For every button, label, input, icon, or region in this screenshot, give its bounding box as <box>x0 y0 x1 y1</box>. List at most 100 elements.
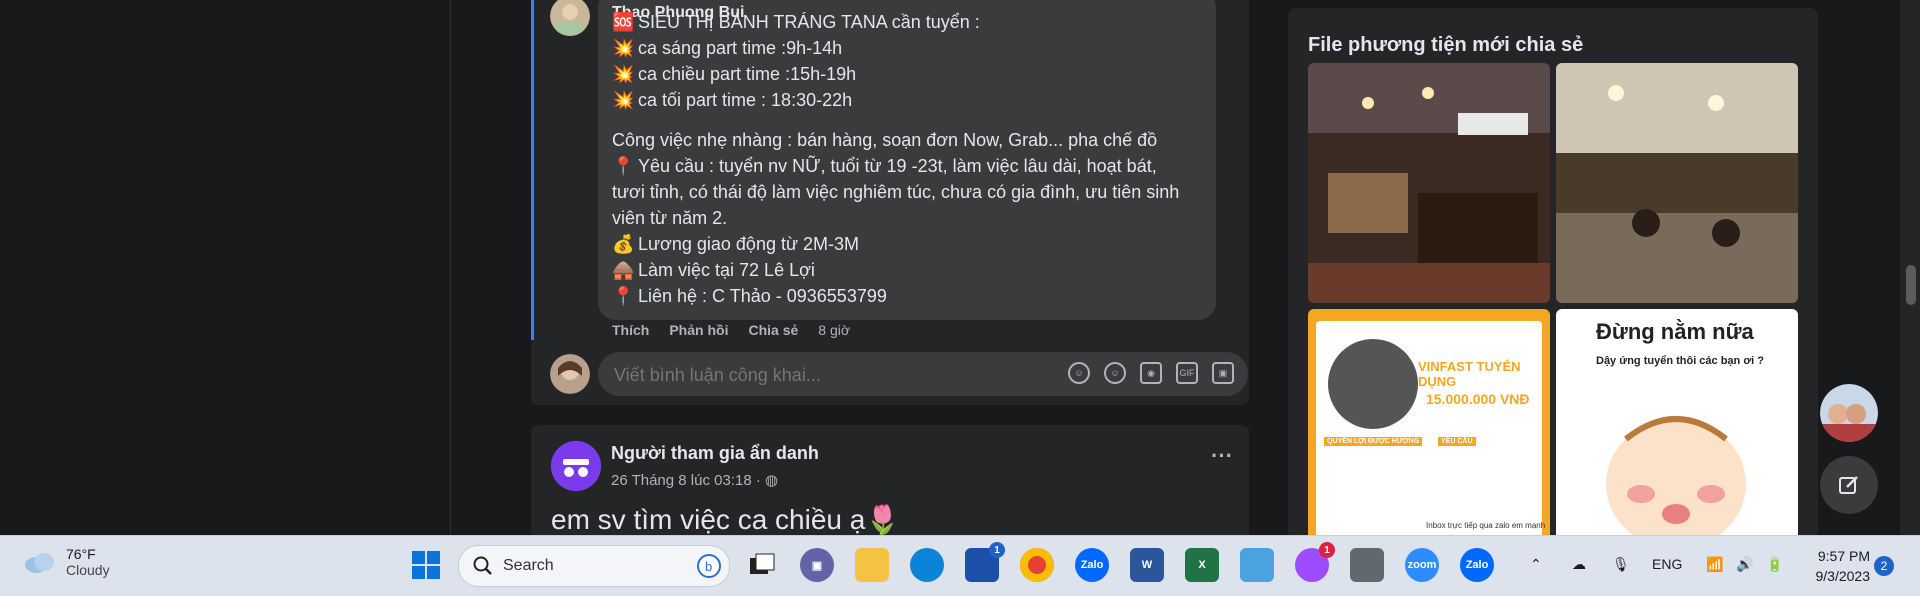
poster-requirements-heading: YÊU CẦU <box>1438 437 1476 446</box>
zoom-app[interactable]: zoom <box>1405 548 1439 582</box>
gif-icon[interactable]: GIF <box>1176 362 1198 384</box>
weather-widget[interactable]: 76°F Cloudy <box>22 546 110 578</box>
weather-alert-icon[interactable]: ☁ <box>1572 556 1586 573</box>
emoji-icon: 💥 <box>612 64 635 84</box>
poster-benefits-heading: QUYỀN LỢI ĐƯỢC HƯỞNG <box>1324 437 1423 446</box>
new-message-button[interactable] <box>1820 456 1878 514</box>
camera-icon[interactable]: ◉ <box>1140 362 1162 384</box>
emoji-icon: 🛖 <box>612 260 635 280</box>
taskbar: 76°F Cloudy Search b ▣ 1 Zalo W X 1 zoom… <box>0 535 1920 596</box>
poster-title: VINFAST TUYỂN DỤNG <box>1418 359 1521 389</box>
comment-line-text: Liên hệ : C Thảo - 0936553799 <box>638 286 887 306</box>
comment-line-text: Làm việc tại 72 Lê Lợi <box>638 260 815 280</box>
comment-line-text: Lương giao động từ 2M-3M <box>638 234 860 254</box>
clock[interactable]: 9:57 PM 9/3/2023 <box>1806 546 1871 586</box>
media-grid: VINFAST TUYỂN DỤNG 15.000.000 VNĐ QUYỀN … <box>1308 63 1802 549</box>
comment-line-text: ca sáng part time :9h-14h <box>638 38 843 58</box>
emoji-icon: 💥 <box>612 38 635 58</box>
poster-salary: 15.000.000 VNĐ <box>1426 391 1530 407</box>
search-label: Search <box>503 557 554 574</box>
anonymous-avatar[interactable] <box>551 441 601 491</box>
weather-condition: Cloudy <box>66 562 110 578</box>
comment-line-text: ca tối part time : 18:30-22h <box>638 90 853 110</box>
avatar-sticker-icon[interactable]: ☺ <box>1068 362 1090 384</box>
store-app[interactable]: 1 <box>965 542 1005 582</box>
comment-time[interactable]: 8 giờ <box>818 322 850 338</box>
thread-line <box>531 0 534 340</box>
post2-more-button[interactable]: ··· <box>1211 443 1233 469</box>
comment-line: 📍 Yêu cầu : tuyển nv NỮ, tuổi từ 19 -23t,… <box>612 156 1157 177</box>
emoji-icon: 🆘 <box>612 12 635 32</box>
comment-input[interactable] <box>612 352 1046 398</box>
scrollbar-thumb[interactable] <box>1906 265 1916 305</box>
emoji-icon: 💥 <box>612 90 635 110</box>
start-button[interactable] <box>412 551 440 584</box>
zalo-2-app[interactable]: Zalo <box>1460 548 1494 582</box>
page-scrollbar[interactable] <box>1900 0 1920 535</box>
volume-icon[interactable]: 🔊 <box>1736 556 1753 573</box>
comment-line: 💥 ca sáng part time :9h-14h <box>612 38 842 59</box>
language-indicator[interactable]: ENG <box>1652 556 1682 572</box>
share-link[interactable]: Chia sẻ <box>748 322 798 338</box>
chevron-up-icon[interactable]: ⌃ <box>1530 556 1542 573</box>
left-sidebar <box>0 0 451 535</box>
sticker-icon[interactable]: ▣ <box>1212 362 1234 384</box>
media-item-cafe[interactable] <box>1556 63 1798 303</box>
post2-author[interactable]: Người tham gia ẩn danh <box>611 443 819 464</box>
chrome-app[interactable] <box>1020 548 1054 582</box>
comment-line: Công việc nhẹ nhàng : bán hàng, soạn đơn… <box>612 130 1157 151</box>
bing-icon: b <box>697 554 721 578</box>
zalo-app[interactable]: Zalo <box>1075 548 1109 582</box>
notepad-app[interactable] <box>1240 548 1274 582</box>
like-link[interactable]: Thích <box>612 322 649 338</box>
media-item-meme-poster[interactable]: Đừng nằm nữa Dậy ứng tuyển thôi các bạn … <box>1556 309 1798 549</box>
my-avatar[interactable] <box>550 354 590 394</box>
chat-head-avatar[interactable] <box>1820 384 1878 442</box>
teams-app[interactable]: ▣ <box>800 548 834 582</box>
notification-badge[interactable]: 2 <box>1874 556 1894 576</box>
word-app[interactable]: W <box>1130 548 1164 582</box>
reply-link[interactable]: Phản hồi <box>669 322 728 338</box>
emoji-icon: 💰 <box>612 234 635 254</box>
comment-bubble: Thao Phuong Bui 🆘 SIÊU THỊ BÁNH TRÁNG TAN… <box>598 0 1216 320</box>
battery-icon[interactable]: 🔋 <box>1766 556 1783 573</box>
clock-date: 9/3/2023 <box>1815 568 1871 584</box>
messenger-app[interactable]: 1 <box>1295 542 1335 582</box>
meme-title: Đừng nằm nữa <box>1596 319 1754 344</box>
poster-footer: Inbox trực tiếp qua zalo em mạnh <box>1426 521 1546 530</box>
comment-line-text: Yêu cầu : tuyển nv NỮ, tuổi từ 19 -23t, … <box>638 156 1157 176</box>
windows-icon <box>412 551 440 579</box>
emoji-icon[interactable]: ☺ <box>1104 362 1126 384</box>
comment-line-text: SIÊU THỊ BÁNH TRÁNG TANA cần tuyển : <box>638 12 980 32</box>
comment-line: 💥 ca chiều part time :15h-19h <box>612 64 856 85</box>
gallery-app[interactable] <box>745 548 779 582</box>
microphone-icon[interactable]: 🎙 <box>1612 556 1630 573</box>
comment-line: tươi tỉnh, có thái độ làm việc nghiêm tú… <box>612 182 1179 203</box>
edge-app[interactable] <box>910 548 944 582</box>
comment-line: 💰 Lương giao động từ 2M-3M <box>612 234 859 255</box>
globe-icon: ◍ <box>765 472 779 489</box>
messenger-badge: 1 <box>1319 542 1335 558</box>
post2-time[interactable]: 26 Tháng 8 lúc 03:18 · <box>611 472 765 489</box>
emoji-icon: 📍 <box>612 286 635 306</box>
taskbar-search[interactable]: Search b <box>458 545 730 587</box>
calculator-app[interactable] <box>1350 548 1384 582</box>
media-item-vinfast-poster[interactable]: VINFAST TUYỂN DỤNG 15.000.000 VNĐ QUYỀN … <box>1308 309 1550 549</box>
search-icon <box>473 556 492 575</box>
comment-composer: ☺ ☺ ◉ GIF ▣ <box>598 352 1248 398</box>
comment-line: 💥 ca tối part time : 18:30-22h <box>612 90 852 111</box>
comment-line: 🛖 Làm việc tại 72 Lê Lợi <box>612 260 815 281</box>
file-explorer-app[interactable] <box>855 548 889 582</box>
comment-actions: Thích Phản hồi Chia sẻ 8 giờ <box>612 322 850 338</box>
media-item-restaurant[interactable] <box>1308 63 1550 303</box>
media-title: File phương tiện mới chia sẻ <box>1308 34 1584 56</box>
comment-line-text: tươi tỉnh, có thái độ làm việc nghiêm tú… <box>612 182 1180 202</box>
comment-line: 🆘 SIÊU THỊ BÁNH TRÁNG TANA cần tuyển : <box>612 12 980 33</box>
media-panel: File phương tiện mới chia sẻ VINFAST TUY… <box>1288 8 1818 549</box>
wifi-icon[interactable]: 📶 <box>1706 556 1723 573</box>
cloud-icon <box>25 553 54 573</box>
weather-temp: 76°F <box>66 546 96 562</box>
comment-line: 📍 Liên hệ : C Thảo - 0936553799 <box>612 286 887 307</box>
excel-app[interactable]: X <box>1185 548 1219 582</box>
comment-line-text: Công việc nhẹ nhàng : bán hàng, soạn đơn… <box>612 130 1158 150</box>
